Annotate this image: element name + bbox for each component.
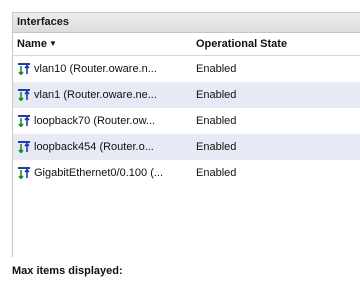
interface-name: GigabitEthernet0/0.100 (...	[34, 167, 164, 179]
max-items-label: Max items displayed:	[12, 265, 123, 277]
column-header-operational-state[interactable]: Operational State	[196, 33, 287, 55]
table-row[interactable]: vlan10 (Router.oware.n... Enabled	[13, 56, 360, 82]
network-interface-icon	[18, 63, 30, 75]
operational-state: Enabled	[196, 141, 237, 153]
operational-state: Enabled	[196, 89, 237, 101]
table-row[interactable]: loopback70 (Router.ow... Enabled	[13, 108, 360, 134]
table-body: vlan10 (Router.oware.n... Enabled vlan1 …	[13, 56, 360, 186]
network-interface-icon	[18, 167, 30, 179]
table-row[interactable]: GigabitEthernet0/0.100 (... Enabled	[13, 160, 360, 186]
interface-name: vlan10 (Router.oware.n...	[34, 63, 157, 75]
interface-name: loopback70 (Router.ow...	[34, 115, 156, 127]
interface-name: loopback454 (Router.o...	[34, 141, 154, 153]
operational-state: Enabled	[196, 63, 237, 75]
network-interface-icon	[18, 141, 30, 153]
sort-descending-icon: ▼	[48, 39, 57, 48]
interfaces-panel: Interfaces Name ▼ Operational State vlan1…	[12, 12, 360, 257]
column-header-name-label: Name	[17, 38, 47, 50]
table-row[interactable]: loopback454 (Router.o... Enabled	[13, 134, 360, 160]
operational-state: Enabled	[196, 167, 237, 179]
column-header-name[interactable]: Name ▼	[17, 33, 57, 55]
panel-title: Interfaces	[13, 13, 360, 33]
table-header: Name ▼ Operational State	[13, 33, 360, 56]
table-row[interactable]: vlan1 (Router.oware.ne... Enabled	[13, 82, 360, 108]
interface-name: vlan1 (Router.oware.ne...	[34, 89, 157, 101]
network-interface-icon	[18, 89, 30, 101]
operational-state: Enabled	[196, 115, 237, 127]
network-interface-icon	[18, 115, 30, 127]
